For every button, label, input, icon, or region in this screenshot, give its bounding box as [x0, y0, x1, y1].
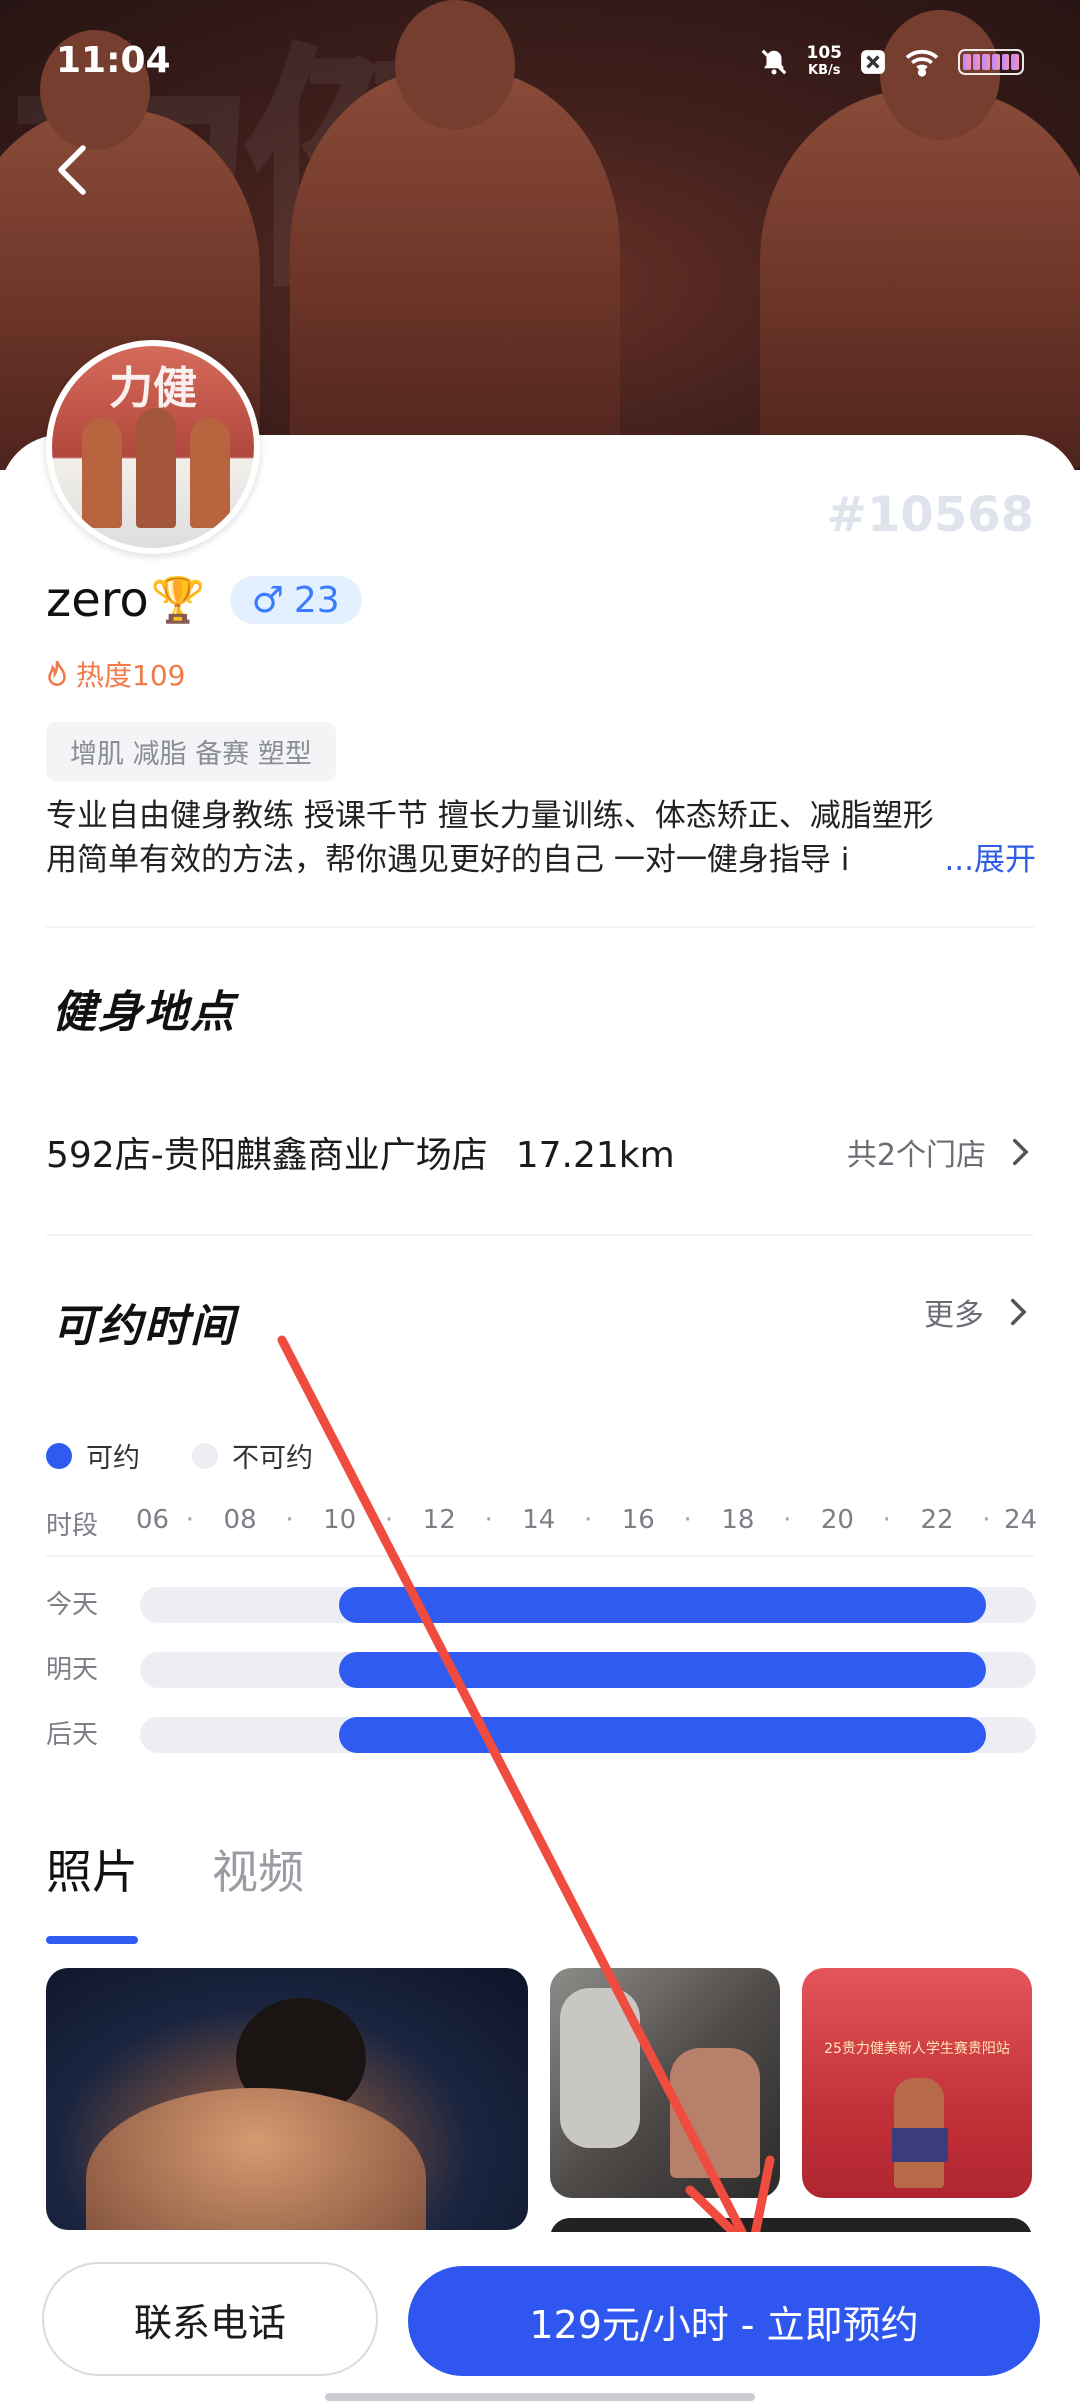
- axis-tick-label: 20: [820, 1505, 854, 1535]
- coach-id: #10568: [826, 487, 1034, 543]
- expand-bio-link[interactable]: ...展开: [944, 838, 1036, 882]
- axis-label: 时段: [46, 1511, 99, 1541]
- male-icon: ♂: [251, 579, 284, 621]
- chevron-right-icon: [1012, 1138, 1029, 1166]
- axis-tick-label: 16: [621, 1505, 655, 1535]
- schedule-more-link[interactable]: 更多: [924, 1290, 1034, 1334]
- status-bar: 11:04 105 KB/s: [0, 0, 1080, 130]
- mute-bell-icon: [761, 49, 786, 75]
- media-tabs: 照片 视频: [46, 1836, 304, 1944]
- app-notification-icon: [861, 50, 885, 74]
- axis-tick-label: 22: [920, 1505, 954, 1535]
- tab-photos[interactable]: 照片: [46, 1836, 138, 1944]
- book-now-button[interactable]: 129元/小时 - 立即预约: [408, 2266, 1040, 2376]
- axis-tick-label: 08: [223, 1505, 257, 1535]
- schedule-row[interactable]: 明天: [46, 1652, 1036, 1688]
- coach-avatar[interactable]: 力健: [46, 340, 260, 554]
- store-row[interactable]: 592店-贵阳麒鑫商业广场店 17.21km 共2个门店: [46, 1126, 1036, 1178]
- schedule-row[interactable]: 后天: [46, 1717, 1036, 1753]
- bottom-action-bar: 联系电话 129元/小时 - 立即预约: [0, 2232, 1080, 2408]
- schedule-day-label: 后天: [46, 1720, 99, 1750]
- axis-tick-label: 24: [1004, 1505, 1038, 1535]
- heat-indicator: 热度109: [44, 654, 185, 694]
- axis-tick-label: 10: [323, 1505, 357, 1535]
- photo-grid: 25贵力健美新人学生赛贵阳站: [46, 1968, 1036, 2258]
- all-stores-link[interactable]: 共2个门店: [847, 1130, 1036, 1174]
- available-time-bar: [339, 1587, 987, 1623]
- schedule-track: [140, 1587, 1036, 1623]
- axis-separator: ·: [185, 1505, 195, 1535]
- trophy-icon: 🏆: [150, 575, 206, 626]
- legend-unavailable: 不可约: [232, 1443, 313, 1474]
- axis-separator: ·: [384, 1505, 394, 1535]
- store-count: 共2个门店: [846, 1138, 986, 1173]
- status-icons: 105 KB/s: [759, 43, 1024, 80]
- schedule-legend: 可约 不可约: [46, 1436, 313, 1475]
- axis-separator: ·: [683, 1505, 692, 1535]
- location-section-title: 健身地点: [45, 976, 236, 1040]
- axis-separator: ·: [882, 1505, 891, 1535]
- specialty-tags: 增肌 减脂 备赛 塑型: [46, 722, 336, 781]
- store-distance: 17.21km: [515, 1135, 675, 1176]
- home-indicator[interactable]: [325, 2393, 755, 2401]
- available-time-bar: [339, 1717, 987, 1753]
- schedule-section-title: 可约时间: [45, 1290, 236, 1354]
- axis-tick-label: 18: [721, 1505, 755, 1535]
- schedule-track: [140, 1652, 1036, 1688]
- coach-bio: 专业自由健身教练 授课千节 擅长力量训练、体态矫正、减脂塑形 用简单有效的方法，…: [46, 794, 1036, 882]
- chevron-right-icon: [1010, 1298, 1027, 1326]
- flame-icon: [48, 660, 66, 686]
- photo-thumbnail[interactable]: 25贵力健美新人学生赛贵阳站: [802, 1968, 1032, 2198]
- coach-name: zero: [46, 572, 149, 628]
- photo-thumbnail[interactable]: [46, 1968, 528, 2230]
- available-dot: [46, 1442, 72, 1469]
- axis-separator: ·: [285, 1505, 294, 1535]
- heat-label: 热度109: [76, 659, 186, 692]
- back-button[interactable]: [50, 140, 110, 200]
- axis-tick-label: 06: [136, 1505, 170, 1535]
- store-name: 592店-贵阳麒鑫商业广场店: [46, 1135, 488, 1176]
- axis-separator: ·: [584, 1505, 593, 1535]
- net-speed: 105 KB/s: [806, 43, 843, 78]
- divider: [46, 1555, 1034, 1557]
- age-value: 23: [293, 579, 340, 621]
- wifi-icon: [905, 49, 939, 77]
- time-axis: 时段 06 · 08 · 10 · 12 · 14 · 16 · 18 · 20 · 22 · 24: [46, 1505, 1038, 1545]
- bio-line: 专业自由健身教练 授课千节 擅长力量训练、体态矫正、减脂塑形: [46, 798, 934, 834]
- unavailable-dot: [192, 1442, 218, 1469]
- divider: [46, 926, 1034, 928]
- axis-tick-label: 14: [522, 1505, 556, 1535]
- legend-available: 可约: [86, 1443, 140, 1474]
- axis-separator: ·: [484, 1505, 493, 1535]
- available-time-bar: [339, 1652, 987, 1688]
- divider: [46, 1234, 1034, 1236]
- photo-caption: 25贵力健美新人学生赛贵阳站: [824, 2041, 1010, 2057]
- axis-separator: ·: [982, 1505, 991, 1535]
- schedule-day-label: 今天: [46, 1590, 99, 1620]
- battery-icon: [958, 49, 1024, 75]
- axis-tick-label: 12: [422, 1505, 456, 1535]
- chevron-left-icon: [58, 145, 86, 195]
- tab-videos[interactable]: 视频: [212, 1836, 304, 1902]
- axis-separator: ·: [783, 1505, 792, 1535]
- more-label: 更多: [924, 1298, 984, 1333]
- status-time: 11:04: [56, 40, 171, 81]
- schedule-track: [140, 1717, 1036, 1753]
- coach-name-row: zero 🏆 ♂ 23: [46, 572, 362, 628]
- schedule-row[interactable]: 今天: [46, 1587, 1036, 1623]
- bio-line: 用简单有效的方法，帮你遇见更好的自己 一对一健身指导 i: [46, 842, 850, 878]
- contact-phone-button[interactable]: 联系电话: [42, 2262, 378, 2376]
- schedule-day-label: 明天: [46, 1655, 99, 1685]
- gender-age-badge: ♂ 23: [229, 576, 362, 624]
- photo-thumbnail[interactable]: [550, 1968, 780, 2198]
